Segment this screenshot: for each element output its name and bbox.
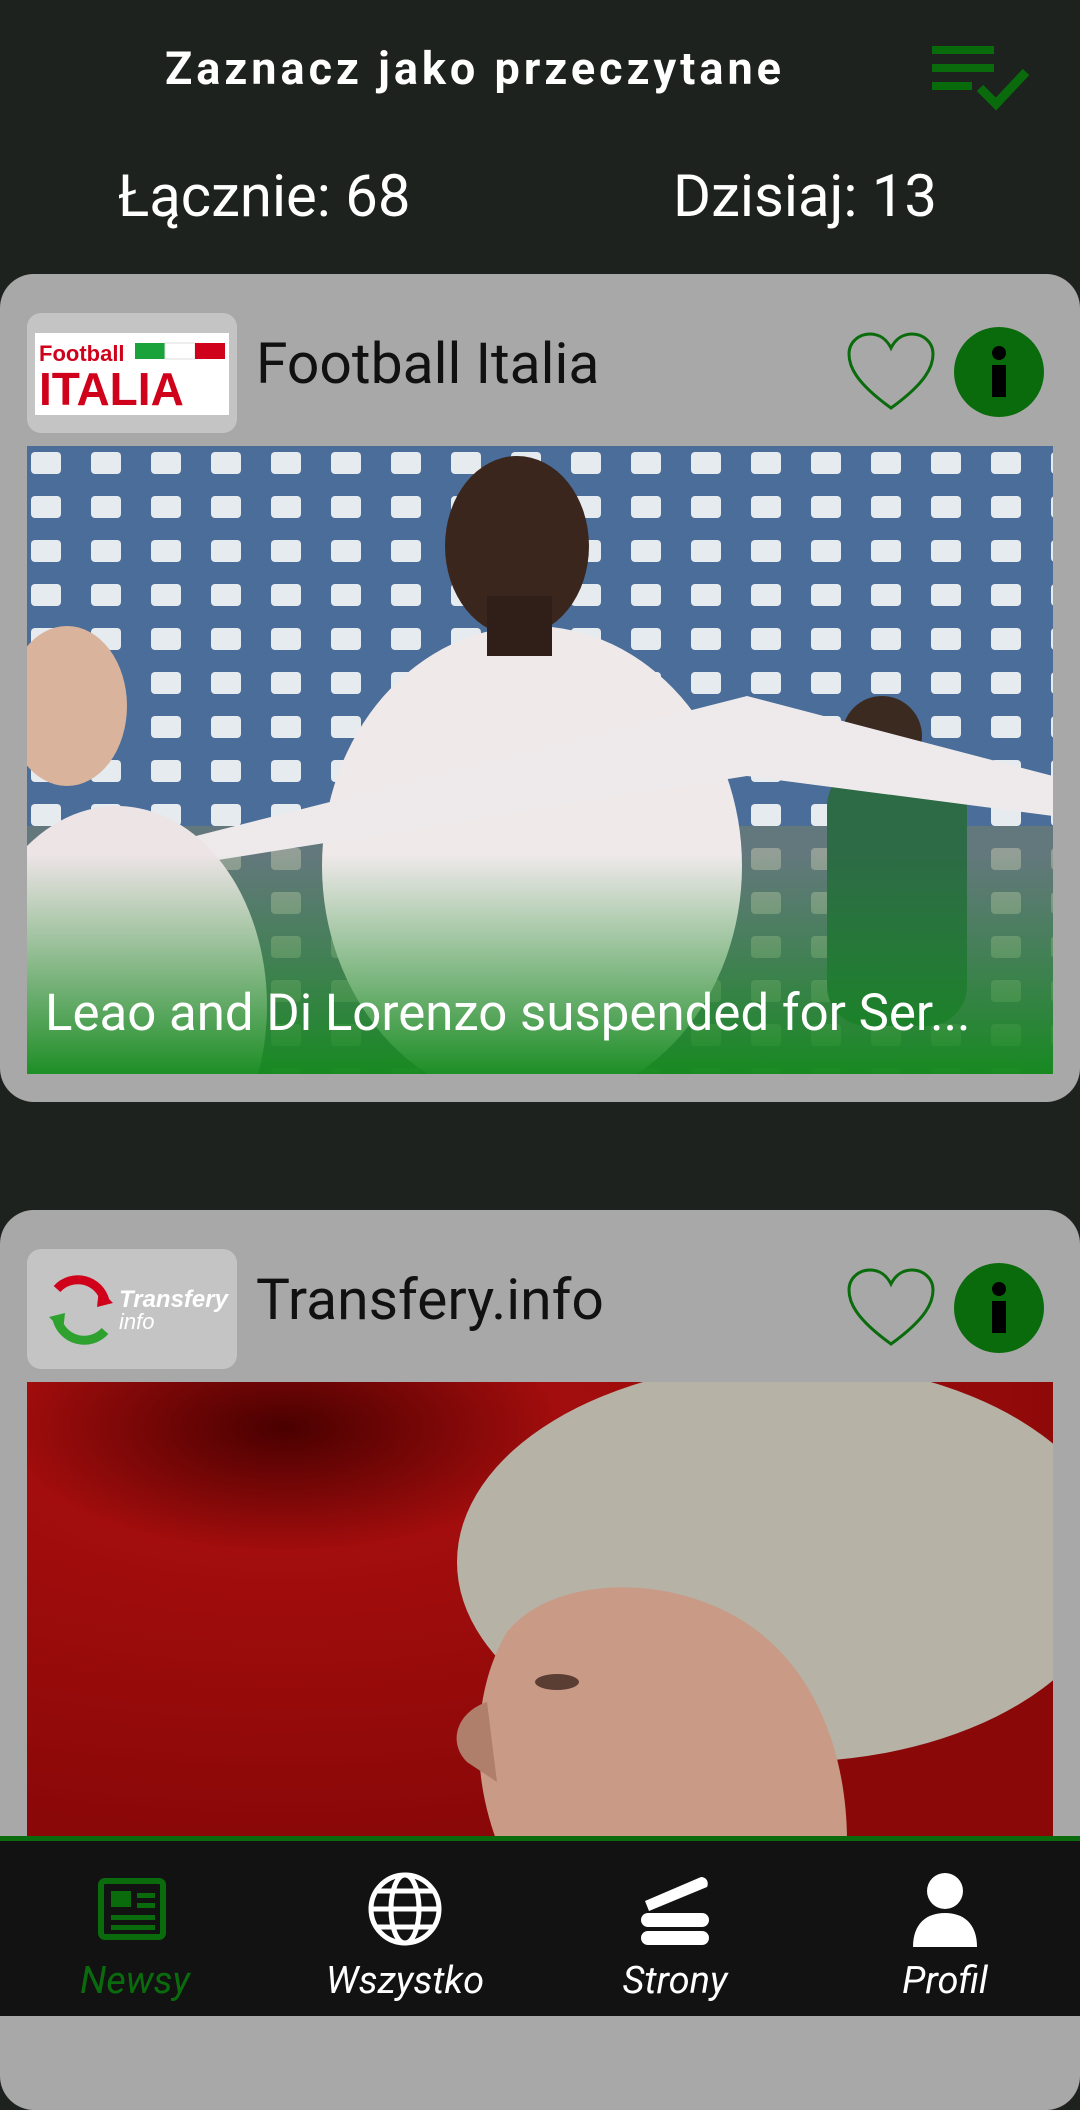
info-button[interactable] (954, 1263, 1044, 1353)
article-image[interactable] (27, 1382, 1053, 1842)
nav-label: Profil (902, 1959, 988, 2003)
nav-item-newsy[interactable]: Newsy (0, 1841, 270, 2016)
source-name[interactable]: Transfery.info (256, 1266, 604, 1333)
football-italia-logo: Football ITALIA (35, 333, 229, 415)
source-name[interactable]: Football Italia (256, 330, 599, 397)
info-button[interactable] (954, 327, 1044, 417)
source-logo: Transfery info (27, 1249, 237, 1369)
article-image[interactable] (27, 446, 1053, 1074)
today-count: Dzisiaj: 13 (673, 163, 938, 231)
nav-item-wszystko[interactable]: Wszystko (270, 1841, 540, 2016)
nav-label: Wszystko (325, 1959, 485, 2003)
transfery-info-logo: Transfery info (49, 1275, 230, 1345)
total-count: Łącznie: 68 (118, 163, 411, 231)
svg-text:info: info (119, 1309, 154, 1334)
nav-label: Newsy (80, 1959, 190, 2003)
nav-item-profil[interactable]: Profil (810, 1841, 1080, 2016)
page-title[interactable]: Zaznacz jako przeczytane (0, 42, 950, 95)
source-logo: Football ITALIA (27, 313, 237, 433)
nav-label: Strony (622, 1959, 728, 2003)
news-card[interactable]: Football ITALIA Football Italia Leao and… (0, 274, 1080, 1102)
info-icon (992, 346, 1006, 397)
nav-item-strony[interactable]: Strony (540, 1841, 810, 2016)
heart-outline-icon[interactable] (845, 1266, 937, 1350)
svg-text:ITALIA: ITALIA (39, 363, 184, 415)
person-icon (913, 1873, 977, 1947)
article-headline[interactable]: Leao and Di Lorenzo suspended for Ser... (45, 984, 1045, 1043)
globe-icon (368, 1872, 442, 1946)
heart-outline-icon[interactable] (845, 330, 937, 414)
pages-stack-icon (641, 1877, 709, 1945)
bottom-nav: Newsy Wszystko Strony Profil (0, 1836, 1080, 2016)
playlist-check-icon[interactable] (930, 40, 1030, 112)
newspaper-icon (98, 1878, 166, 1940)
info-icon (992, 1282, 1006, 1333)
